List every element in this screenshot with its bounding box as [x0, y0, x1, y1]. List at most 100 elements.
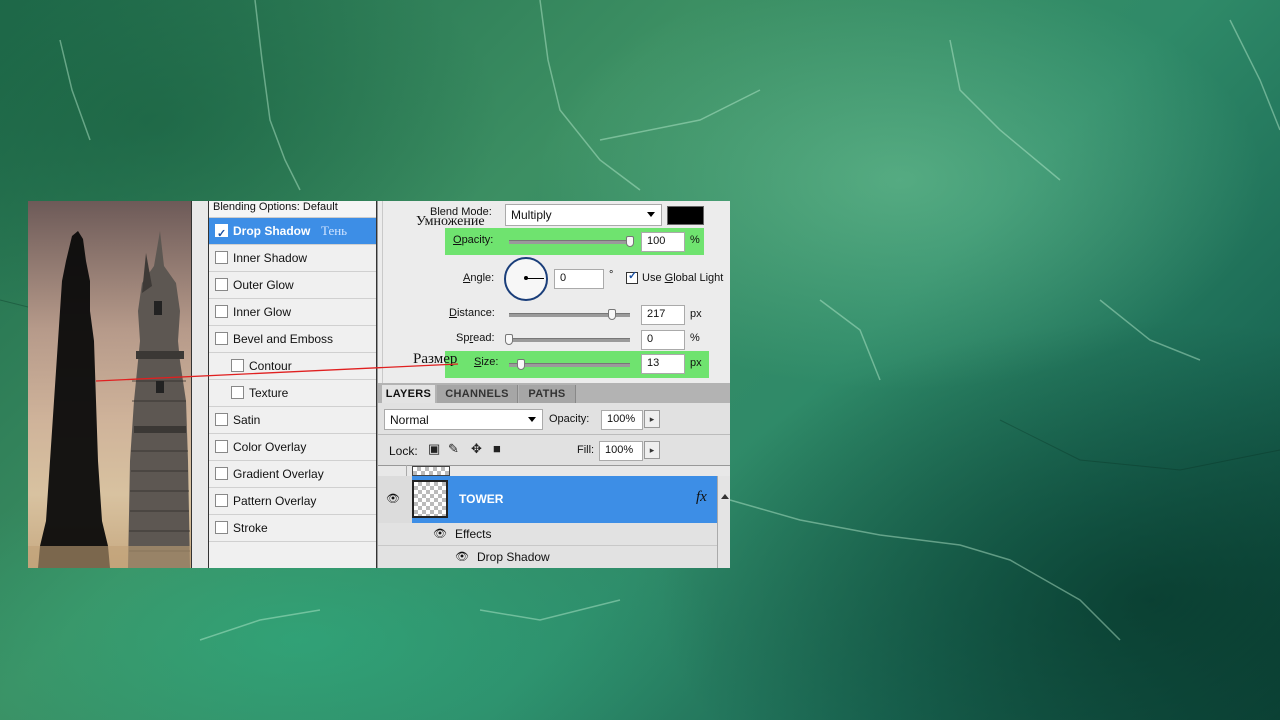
style-item-label: Bevel and Emboss	[233, 332, 334, 346]
style-checkbox[interactable]	[215, 221, 228, 247]
layer-opacity-input[interactable]: 100%	[601, 410, 643, 430]
blend-mode-select[interactable]: Multiply	[505, 204, 662, 226]
spread-slider[interactable]	[509, 338, 630, 342]
layer-opacity-label: Opacity:	[549, 413, 590, 425]
distance-unit: px	[690, 308, 702, 320]
settings-border	[382, 201, 383, 383]
size-slider[interactable]	[509, 363, 630, 367]
style-item-stroke[interactable]: Stroke	[209, 515, 376, 542]
opacity-unit: %	[690, 234, 700, 246]
lock-move-icon[interactable]: ✥	[471, 441, 482, 457]
layer-styles-list: Blending Options: Default Drop Shadow Тен…	[209, 201, 377, 568]
angle-unit: °	[609, 269, 614, 281]
style-item-label: Gradient Overlay	[233, 467, 324, 481]
style-item-label: Inner Glow	[233, 305, 292, 319]
layer-name: TOWER	[459, 492, 504, 506]
style-item-contour[interactable]: Contour	[209, 353, 376, 380]
lock-brush-icon[interactable]: ✎	[448, 441, 459, 457]
size-slider-thumb[interactable]	[517, 359, 526, 370]
photoshop-screenshot: Blending Options: Default Drop Shadow Тен…	[28, 201, 730, 568]
effects-label: Effects	[455, 527, 492, 541]
ru-shadow-annotation: Тень	[321, 223, 348, 238]
style-item-gradient-overlay[interactable]: Gradient Overlay	[209, 461, 376, 488]
spread-input[interactable]: 0	[641, 330, 685, 350]
eye-icon[interactable]: 👁	[386, 492, 400, 505]
distance-slider-thumb[interactable]	[607, 309, 616, 320]
style-checkbox[interactable]	[215, 305, 228, 319]
size-unit: px	[690, 357, 702, 369]
lock-all-icon[interactable]: ■	[493, 441, 501, 456]
style-checkbox[interactable]	[215, 494, 228, 508]
distance-input[interactable]: 217	[641, 305, 685, 325]
tower-image	[28, 201, 191, 568]
angle-input[interactable]: 0	[554, 269, 604, 289]
lock-row: Lock: ▣ ✎ ✥ ■ Fill: 100% ▸	[378, 435, 730, 466]
style-checkbox[interactable]	[215, 278, 228, 292]
style-checkbox[interactable]	[215, 440, 228, 454]
layers-panel: LAYERS CHANNELS PATHS Normal Opacity: 10…	[377, 383, 730, 568]
panel-tabs: LAYERS CHANNELS PATHS	[378, 383, 730, 403]
style-item-label: Outer Glow	[233, 278, 294, 292]
style-checkbox[interactable]	[215, 467, 228, 481]
layer-blend-mode-select[interactable]: Normal	[384, 409, 543, 430]
style-item-label: Drop Shadow	[233, 224, 311, 238]
angle-needle	[526, 278, 544, 279]
style-item-inner-glow[interactable]: Inner Glow	[209, 299, 376, 326]
style-item-pattern-overlay[interactable]: Pattern Overlay	[209, 488, 376, 515]
blend-mode-value: Multiply	[511, 208, 552, 222]
blending-options-item[interactable]: Blending Options: Default	[209, 201, 376, 218]
tab-paths[interactable]: PATHS	[519, 385, 576, 403]
style-item-drop-shadow[interactable]: Drop Shadow Тень	[209, 218, 376, 247]
tab-channels[interactable]: CHANNELS	[437, 385, 518, 403]
drop-shadow-effect-label: Drop Shadow	[477, 550, 550, 564]
angle-center	[524, 276, 528, 280]
opacity-slider-thumb[interactable]	[626, 236, 634, 247]
style-checkbox[interactable]	[215, 413, 228, 427]
scroll-up-icon[interactable]	[721, 494, 729, 499]
angle-label: Angle:	[463, 272, 495, 284]
style-item-satin[interactable]: Satin	[209, 407, 376, 434]
lock-transparent-icon[interactable]: ▣	[428, 441, 440, 457]
eye-icon[interactable]: 👁	[433, 523, 447, 545]
style-item-label: Inner Shadow	[233, 251, 308, 265]
use-global-light-checkbox[interactable]	[626, 269, 638, 284]
opacity-slider[interactable]	[509, 240, 630, 244]
style-item-texture[interactable]: Texture	[209, 380, 376, 407]
effects-row[interactable]: 👁 Effects	[378, 523, 730, 546]
size-input[interactable]: 13	[641, 354, 685, 374]
style-checkbox[interactable]	[231, 359, 244, 373]
eye-icon[interactable]: 👁	[455, 546, 469, 568]
layer-options-row: Normal Opacity: 100% ▸	[378, 403, 730, 435]
tab-layers[interactable]: LAYERS	[382, 385, 435, 403]
shadow-color-swatch[interactable]	[667, 206, 704, 225]
style-checkbox[interactable]	[231, 386, 244, 400]
fx-icon[interactable]: fx	[696, 489, 707, 506]
layer-opacity-arrow-button[interactable]: ▸	[644, 410, 660, 428]
style-item-inner-shadow[interactable]: Inner Shadow	[209, 245, 376, 272]
chevron-down-icon	[528, 417, 536, 422]
previous-layer-row[interactable]	[378, 466, 730, 476]
drop-shadow-effect-row[interactable]: 👁 Drop Shadow	[378, 546, 730, 568]
angle-dial[interactable]	[504, 257, 548, 301]
fill-arrow-button[interactable]: ▸	[644, 441, 660, 459]
fill-label: Fill:	[577, 444, 595, 456]
style-item-label: Pattern Overlay	[233, 494, 317, 508]
style-item-bevel-and-emboss[interactable]: Bevel and Emboss	[209, 326, 376, 353]
style-checkbox[interactable]	[215, 332, 228, 346]
style-checkbox[interactable]	[215, 251, 228, 265]
opacity-input[interactable]: 100	[641, 232, 685, 252]
use-global-light-label: Use Global Light	[642, 272, 724, 284]
lock-label: Lock:	[389, 444, 418, 458]
layer-row-tower[interactable]: 👁 TOWER fx	[378, 476, 730, 523]
layers-scrollbar[interactable]	[717, 476, 730, 568]
style-item-label: Color Overlay	[233, 440, 307, 454]
style-item-label: Contour	[249, 359, 292, 373]
style-item-outer-glow[interactable]: Outer Glow	[209, 272, 376, 299]
spread-slider-thumb[interactable]	[505, 334, 513, 345]
style-item-label: Satin	[233, 413, 261, 427]
tower-illustration	[28, 231, 191, 568]
style-item-color-overlay[interactable]: Color Overlay	[209, 434, 376, 461]
style-item-label: Stroke	[233, 521, 268, 535]
style-checkbox[interactable]	[215, 521, 228, 535]
fill-input[interactable]: 100%	[599, 441, 643, 461]
